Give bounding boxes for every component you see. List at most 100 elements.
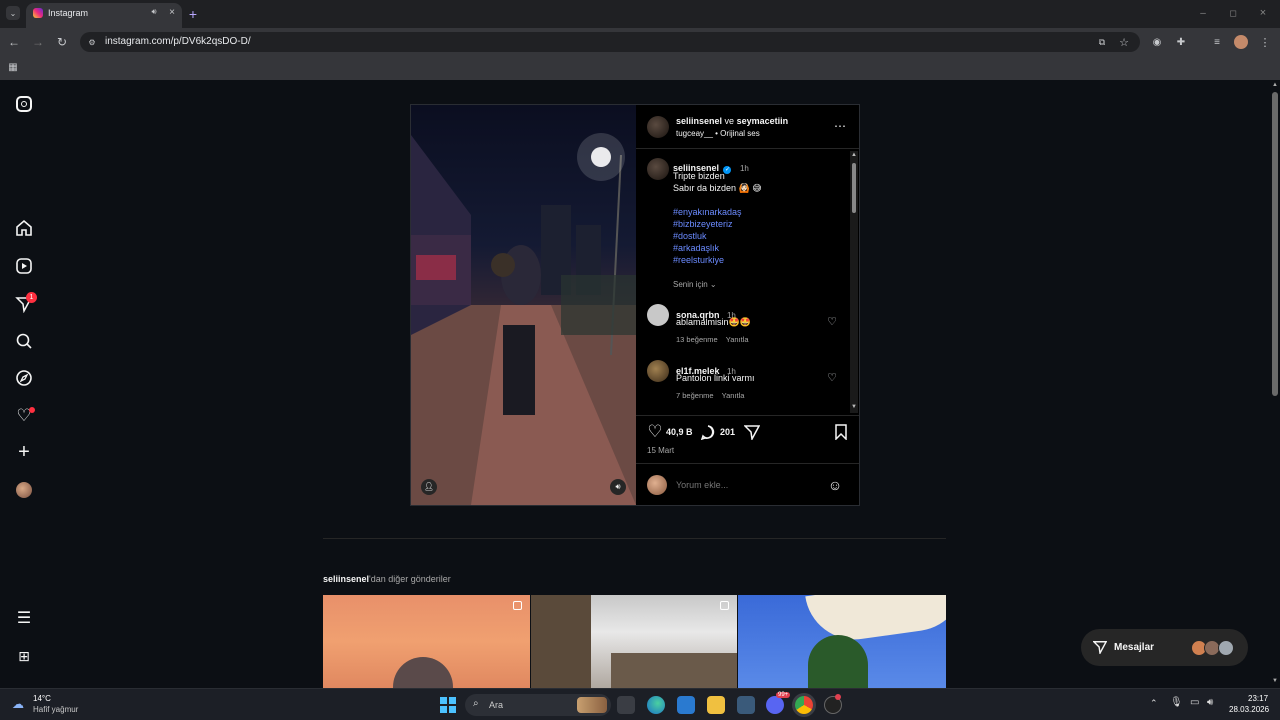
discord-icon[interactable] (766, 696, 784, 714)
page-scrollbar[interactable]: ▲ ▼ (1270, 80, 1280, 688)
audio-info[interactable]: tugceay__ • Orijinal ses (676, 129, 760, 138)
page-scroll-up-icon[interactable]: ▲ (1272, 82, 1278, 88)
author-avatar[interactable] (647, 116, 669, 138)
puzzle-extensions-icon[interactable]: ✚ (1174, 35, 1188, 49)
page-scroll-thumb[interactable] (1272, 92, 1278, 396)
start-windows-icon[interactable] (440, 697, 456, 713)
like-heart-icon[interactable]: ♡ (646, 422, 664, 441)
tagged-user-icon[interactable]: 👤︎ (421, 479, 437, 495)
create-plus-icon[interactable]: + (14, 441, 34, 463)
reload-icon[interactable]: ↻ (54, 34, 70, 50)
network-app-icon[interactable] (737, 696, 755, 714)
reply-button[interactable]: Yanıtla (726, 335, 749, 344)
edge-browser-icon[interactable] (647, 696, 665, 714)
for-you-text: Senin için (673, 280, 708, 289)
close-tab-icon[interactable]: × (166, 6, 178, 18)
browser-tab[interactable]: Instagram 🔊︎ × (26, 3, 182, 28)
browser-tab-bar: ⌄ Instagram 🔊︎ × + – ◻ × (0, 0, 1280, 28)
grid-post-thumbnail[interactable] (323, 595, 530, 688)
instagram-favicon-icon (33, 8, 43, 18)
grid-post-thumbnail[interactable] (738, 595, 946, 688)
extension-icon[interactable]: ◉ (1150, 35, 1164, 49)
caption-line-1: Tripte bizden (673, 171, 725, 181)
save-bookmark-icon[interactable] (832, 423, 850, 441)
search-icon[interactable] (14, 331, 34, 351)
clock-time[interactable]: 23:17 (1248, 694, 1268, 703)
comment-like-heart-icon[interactable]: ♡ (826, 371, 838, 384)
task-view-icon[interactable] (617, 696, 635, 714)
network-icon[interactable]: ▭ (1190, 697, 1199, 708)
install-app-icon[interactable]: ⧉ (1095, 35, 1109, 49)
microsoft-store-icon[interactable] (677, 696, 695, 714)
forward-icon[interactable]: → (30, 34, 46, 50)
grid-post-thumbnail[interactable] (531, 595, 737, 688)
microphone-icon[interactable]: 🎙︎ (1170, 697, 1183, 708)
more-posts-username[interactable]: seliinsenel (323, 574, 369, 584)
minimize-icon[interactable]: – (1196, 6, 1210, 20)
comment-avatar[interactable] (647, 360, 669, 382)
more-menu-icon[interactable]: ☰ (14, 608, 34, 628)
address-bar[interactable]: ⚙ instagram.com/p/DV6k2qsDO-D/ ⧉ ☆ (80, 32, 1140, 52)
emoji-smile-icon[interactable]: ☺ (827, 477, 843, 493)
comment-input-divider (636, 463, 859, 464)
mute-toggle-icon[interactable]: 🔊︎ (610, 479, 626, 495)
file-explorer-icon[interactable] (707, 696, 725, 714)
page-scroll-down-icon[interactable]: ▼ (1272, 678, 1278, 684)
media-control-icon[interactable]: ≡ (1210, 35, 1224, 49)
audio-label: • Orijinal ses (715, 129, 760, 138)
scroll-down-arrow-icon[interactable]: ▼ (851, 404, 857, 410)
hashtag[interactable]: #enyakınarkadaş (673, 206, 742, 218)
chrome-icon[interactable] (795, 696, 813, 714)
hashtag[interactable]: #bizbizeyeteriz (673, 218, 742, 230)
weather-icon[interactable]: ☁ (12, 697, 28, 711)
tray-chevron-up-icon[interactable]: ⌃ (1150, 698, 1158, 709)
explore-icon[interactable] (14, 368, 34, 388)
reel-video[interactable]: 👤︎ 🔊︎ (411, 105, 636, 505)
site-info-icon[interactable]: ⚙ (86, 36, 98, 48)
new-tab-icon[interactable]: + (185, 6, 201, 22)
comment-like-heart-icon[interactable]: ♡ (826, 315, 838, 328)
comment-likes[interactable]: 7 beğenme (676, 391, 714, 400)
comment-count[interactable]: 201 (720, 427, 735, 437)
hashtag[interactable]: #arkadaşlık (673, 242, 742, 254)
post-options-icon[interactable]: ⋯ (832, 119, 848, 133)
comment-input[interactable] (676, 478, 816, 492)
taskbar-search-icon: ⌕ (473, 698, 479, 709)
profile-avatar-sidebar[interactable] (16, 482, 32, 498)
my-avatar (647, 475, 667, 495)
close-window-icon[interactable]: × (1256, 6, 1270, 20)
comments-scrollbar[interactable]: ▲ ▼ (850, 151, 858, 413)
like-count[interactable]: 40,9 B (666, 427, 693, 437)
volume-icon[interactable]: 🔊︎ (1207, 697, 1213, 708)
coauthor-username[interactable]: seymacetiin (737, 116, 789, 126)
taskbar-search-box[interactable]: ⌕ Ara (465, 694, 611, 716)
profile-avatar[interactable] (1234, 35, 1248, 49)
speaker-icon[interactable]: 🔊︎ (148, 6, 160, 18)
bookmark-star-icon[interactable]: ☆ (1117, 35, 1131, 49)
home-icon[interactable] (14, 218, 34, 238)
caption-avatar[interactable] (647, 158, 669, 180)
bookmarks-bar: ▦ (0, 56, 1280, 80)
scroll-up-arrow-icon[interactable]: ▲ (851, 152, 857, 158)
hashtag[interactable]: #dostluk (673, 230, 742, 242)
apps-grid-icon[interactable]: ▦ (6, 60, 20, 74)
tab-search-icon[interactable]: ⌄ (6, 6, 20, 20)
comment-likes[interactable]: 13 beğenme (676, 335, 718, 344)
messages-button[interactable]: Mesajlar (1081, 629, 1248, 666)
comment-bubble-icon[interactable] (699, 423, 717, 441)
caption-line-2: Sabır da bizden 🙆🏻 😅 (673, 183, 762, 193)
also-from-meta-icon[interactable]: ⊞ (14, 646, 34, 666)
clock-date[interactable]: 28.03.2026 (1229, 705, 1269, 714)
instagram-logo-icon[interactable] (16, 96, 32, 112)
menu-kebab-icon[interactable]: ⋮ (1258, 35, 1272, 49)
back-icon[interactable]: ← (6, 34, 22, 50)
author-username[interactable]: seliinsenel (676, 116, 722, 126)
scroll-thumb[interactable] (852, 163, 856, 213)
weather-temp: 14°C (33, 694, 51, 703)
reels-icon[interactable] (14, 256, 34, 276)
reply-button[interactable]: Yanıtla (722, 391, 745, 400)
share-icon[interactable] (743, 423, 761, 441)
hashtag[interactable]: #reelsturkiye (673, 254, 742, 266)
maximize-icon[interactable]: ◻ (1226, 6, 1240, 20)
comment-avatar[interactable] (647, 304, 669, 326)
